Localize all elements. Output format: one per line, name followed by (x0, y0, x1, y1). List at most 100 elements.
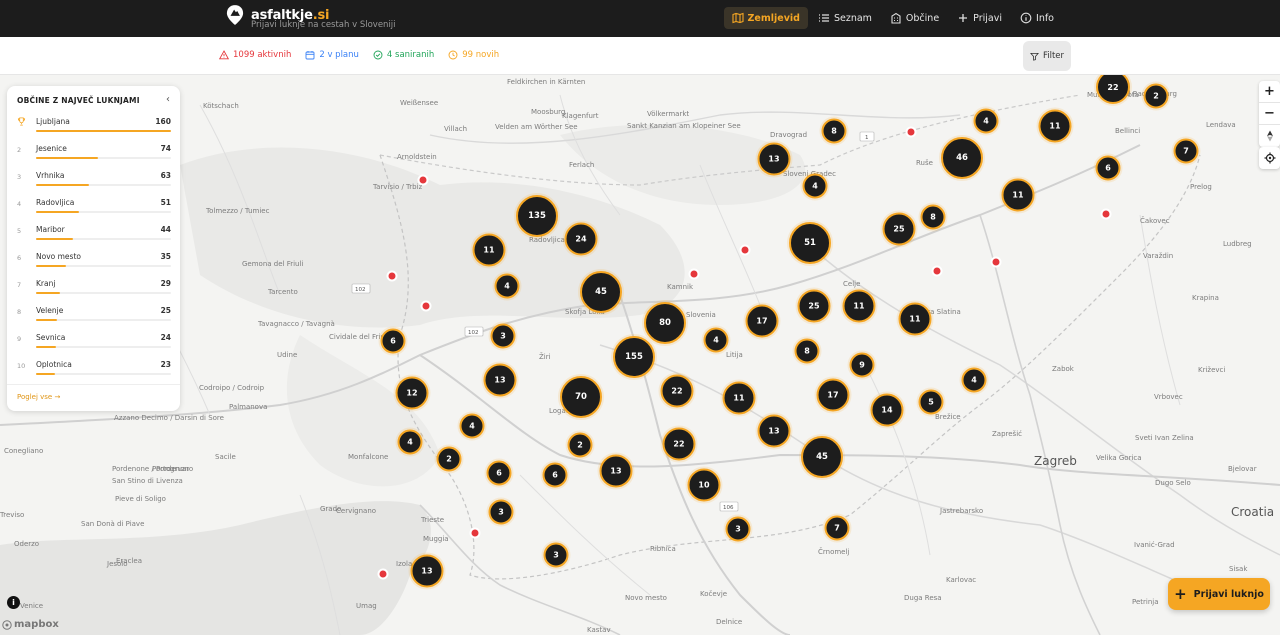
pothole-cluster[interactable]: 6 (380, 328, 406, 354)
pothole-pin[interactable] (688, 268, 700, 280)
pothole-cluster[interactable]: 2 (567, 432, 593, 458)
municipality-row[interactable]: 5 Maribor 44 (17, 224, 171, 251)
pothole-cluster[interactable]: 10 (687, 468, 721, 502)
pothole-cluster[interactable]: 70 (560, 376, 602, 418)
compass-icon (1266, 130, 1273, 142)
pothole-cluster[interactable]: 12 (395, 376, 429, 410)
place-label: Tolmezzo / Tumiec (206, 207, 270, 215)
municipality-row[interactable]: 9 Sevnica 24 (17, 332, 171, 359)
pothole-pin[interactable] (469, 527, 481, 539)
pothole-cluster[interactable]: 9 (849, 352, 875, 378)
pothole-cluster[interactable]: 7 (1173, 138, 1199, 164)
municipality-row[interactable]: 2 Jesenice 74 (17, 143, 171, 170)
pothole-cluster[interactable]: 13 (410, 554, 444, 588)
compass-button[interactable] (1259, 125, 1280, 147)
nav-item-seznam[interactable]: Seznam (810, 7, 880, 29)
place-label: Karlovac (946, 576, 977, 584)
pothole-cluster[interactable]: 6 (542, 462, 568, 488)
pothole-cluster[interactable]: 25 (882, 212, 916, 246)
pothole-cluster[interactable]: 135 (516, 195, 558, 237)
pothole-pin[interactable] (386, 270, 398, 282)
nav-item-prijavi[interactable]: Prijavi (949, 7, 1010, 29)
pothole-pin[interactable] (931, 265, 943, 277)
pothole-cluster[interactable]: 25 (797, 289, 831, 323)
pothole-cluster[interactable]: 17 (745, 304, 779, 338)
geolocate-button[interactable] (1259, 147, 1280, 169)
municipality-row[interactable]: 8 Velenje 25 (17, 305, 171, 332)
pothole-cluster[interactable]: 155 (613, 336, 655, 378)
pothole-cluster[interactable]: 45 (580, 271, 622, 313)
zoom-in-button[interactable]: + (1259, 81, 1280, 103)
municipality-row[interactable]: Ljubljana 160 (17, 116, 171, 143)
pothole-cluster[interactable]: 11 (1038, 109, 1072, 143)
pothole-cluster[interactable]: 5 (918, 389, 944, 415)
map-canvas[interactable]: 102 102 1 106 Kötschach Weißensee Villach V… (0, 75, 1280, 635)
pothole-cluster[interactable]: 8 (821, 118, 847, 144)
pothole-cluster[interactable]: 6 (1095, 155, 1121, 181)
collapse-chevron-icon[interactable]: ‹ (166, 94, 170, 105)
municipality-row[interactable]: 4 Radovljica 51 (17, 197, 171, 224)
brand[interactable]: asfaltkje.si Prijavi luknje na cestah v … (226, 4, 396, 30)
filter-button[interactable]: Filter (1023, 41, 1071, 71)
pothole-pin[interactable] (990, 256, 1002, 268)
pothole-cluster[interactable]: 22 (660, 374, 694, 408)
count-bar-fill (36, 238, 74, 240)
pothole-cluster[interactable]: 2 (436, 446, 462, 472)
municipality-row[interactable]: 3 Vrhnika 63 (17, 170, 171, 197)
place-label: Ivanić-Grad (1134, 541, 1175, 549)
pothole-cluster[interactable]: 3 (490, 323, 516, 349)
pothole-pin[interactable] (420, 300, 432, 312)
pothole-cluster[interactable]: 8 (794, 338, 820, 364)
pothole-cluster[interactable]: 11 (842, 289, 876, 323)
pothole-cluster[interactable]: 4 (802, 173, 828, 199)
pothole-cluster[interactable]: 14 (870, 393, 904, 427)
pothole-cluster[interactable]: 4 (961, 367, 987, 393)
pothole-cluster[interactable]: 11 (898, 302, 932, 336)
pothole-cluster[interactable]: 3 (543, 542, 569, 568)
pothole-cluster[interactable]: 4 (459, 413, 485, 439)
nav-item-zemljevid[interactable]: Zemljevid (723, 7, 808, 29)
pothole-cluster[interactable]: 51 (789, 222, 831, 264)
nav-item-info[interactable]: Info (1012, 7, 1062, 29)
nav-item-obcine[interactable]: Občine (882, 7, 947, 29)
pothole-cluster[interactable]: 4 (973, 108, 999, 134)
pothole-cluster[interactable]: 80 (644, 302, 686, 344)
pothole-cluster[interactable]: 11 (722, 381, 756, 415)
municipality-row[interactable]: 10 Oplotnica 23 (17, 359, 171, 386)
pothole-cluster[interactable]: 4 (397, 429, 423, 455)
pothole-pin[interactable] (739, 244, 751, 256)
pothole-cluster[interactable]: 13 (599, 454, 633, 488)
place-label: Dravograd (770, 131, 808, 139)
pothole-pin[interactable] (905, 126, 917, 138)
pothole-pin[interactable] (1100, 208, 1112, 220)
pothole-cluster[interactable]: 4 (703, 327, 729, 353)
municipality-name: Vrhnika (36, 171, 65, 180)
zoom-out-button[interactable]: − (1259, 103, 1280, 125)
pothole-cluster[interactable]: 7 (824, 515, 850, 541)
pothole-cluster[interactable]: 4 (494, 273, 520, 299)
pothole-cluster[interactable]: 3 (488, 499, 514, 525)
pothole-pin[interactable] (417, 174, 429, 186)
pothole-cluster[interactable]: 3 (725, 516, 751, 542)
report-pothole-button[interactable]: + Prijavi luknjo (1168, 578, 1270, 610)
municipality-row[interactable]: 6 Novo mesto 35 (17, 251, 171, 278)
municipality-row[interactable]: 7 Kranj 29 (17, 278, 171, 305)
pothole-cluster[interactable]: 13 (483, 363, 517, 397)
warning-icon (219, 50, 229, 60)
pothole-cluster[interactable]: 6 (486, 460, 512, 486)
pothole-cluster[interactable]: 22 (662, 427, 696, 461)
pothole-cluster[interactable]: 24 (564, 222, 598, 256)
view-all-link[interactable]: Poglej vse → (17, 393, 60, 401)
pothole-cluster[interactable]: 2 (1143, 83, 1169, 109)
pothole-pin[interactable] (377, 568, 389, 580)
pothole-cluster[interactable]: 13 (757, 142, 791, 176)
pothole-cluster[interactable]: 45 (801, 436, 843, 478)
app: asfaltkje.si Prijavi luknje na cestah v … (0, 0, 1280, 635)
pothole-cluster[interactable]: 17 (816, 378, 850, 412)
pothole-cluster[interactable]: 11 (472, 233, 506, 267)
pothole-cluster[interactable]: 11 (1001, 178, 1035, 212)
attribution-info-icon[interactable]: i (7, 596, 20, 609)
pothole-cluster[interactable]: 8 (920, 204, 946, 230)
pothole-cluster[interactable]: 46 (941, 137, 983, 179)
pothole-cluster[interactable]: 13 (757, 414, 791, 448)
